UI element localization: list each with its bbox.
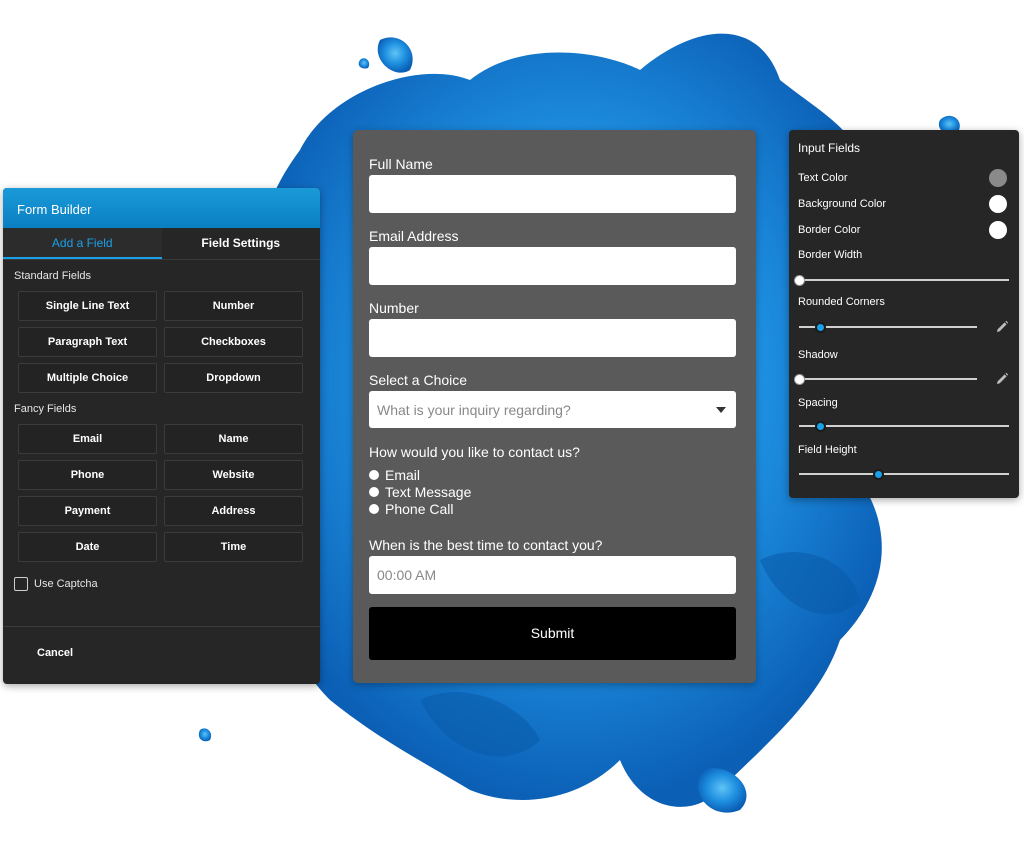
border-color-label: Border Color	[798, 224, 861, 236]
add-email-button[interactable]: Email	[18, 424, 157, 454]
slider-handle[interactable]	[814, 420, 826, 432]
add-dropdown-button[interactable]: Dropdown	[164, 363, 303, 393]
builder-header: Form Builder	[3, 188, 320, 228]
time-input[interactable]: 00:00 AM	[369, 556, 736, 594]
chevron-down-icon	[716, 406, 726, 413]
number-label: Number	[369, 300, 419, 316]
tab-field-settings[interactable]: Field Settings	[162, 228, 321, 259]
number-input[interactable]	[369, 319, 736, 357]
form-builder-panel: Form Builder Add a Field Field Settings …	[3, 188, 320, 684]
contact-method-label: How would you like to contact us?	[369, 444, 580, 460]
captcha-row: Use Captcha	[3, 562, 320, 596]
radio-option-label: Text Message	[385, 484, 472, 500]
add-single-line-text-button[interactable]: Single Line Text	[18, 291, 157, 321]
border-color-swatch[interactable]	[989, 221, 1007, 239]
add-time-button[interactable]: Time	[164, 532, 303, 562]
add-website-button[interactable]: Website	[164, 460, 303, 490]
radio-option-text-message[interactable]: Text Message	[369, 484, 471, 500]
background-color-label: Background Color	[798, 198, 887, 210]
spacing-label: Spacing	[798, 397, 838, 409]
add-payment-button[interactable]: Payment	[18, 496, 157, 526]
slider-track	[799, 425, 1009, 427]
builder-title: Form Builder	[17, 202, 92, 217]
text-color-label: Text Color	[798, 172, 848, 184]
builder-footer: Cancel	[3, 626, 320, 684]
add-date-button[interactable]: Date	[18, 532, 157, 562]
use-captcha-checkbox[interactable]	[14, 577, 28, 591]
email-address-label: Email Address	[369, 228, 459, 244]
select-choice-label: Select a Choice	[369, 372, 468, 388]
inquiry-select-placeholder: What is your inquiry regarding?	[377, 401, 571, 418]
add-paragraph-text-button[interactable]: Paragraph Text	[18, 327, 157, 357]
standard-fields-heading: Standard Fields	[14, 270, 92, 282]
submit-button[interactable]: Submit	[369, 607, 736, 660]
radio-option-phone-call[interactable]: Phone Call	[369, 501, 454, 517]
shadow-label: Shadow	[798, 349, 838, 361]
text-color-swatch[interactable]	[989, 169, 1007, 187]
radio-button[interactable]	[369, 504, 379, 514]
full-name-input[interactable]	[369, 175, 736, 213]
cancel-button[interactable]: Cancel	[37, 647, 73, 659]
pencil-icon[interactable]	[995, 372, 1009, 386]
use-captcha-label: Use Captcha	[34, 578, 98, 590]
radio-button[interactable]	[369, 470, 379, 480]
radio-option-email[interactable]: Email	[369, 467, 420, 483]
form-preview-panel: Full Name Email Address Number Select a …	[353, 130, 756, 683]
radio-option-label: Phone Call	[385, 501, 454, 517]
border-width-label: Border Width	[798, 249, 863, 261]
standard-fields-grid: Single Line Text Number Paragraph Text C…	[3, 287, 320, 393]
add-number-button[interactable]: Number	[164, 291, 303, 321]
fancy-fields-grid: Email Name Phone Website Payment Address…	[3, 420, 320, 562]
radio-option-label: Email	[385, 467, 421, 483]
add-checkboxes-button[interactable]: Checkboxes	[164, 327, 303, 357]
slider-track	[799, 279, 1009, 281]
best-time-label: When is the best time to contact you?	[369, 537, 603, 553]
slider-track	[799, 473, 1009, 475]
pencil-icon[interactable]	[995, 320, 1009, 334]
full-name-label: Full Name	[369, 156, 433, 172]
fancy-fields-heading: Fancy Fields	[14, 403, 77, 415]
slider-track	[799, 378, 977, 380]
add-multiple-choice-button[interactable]: Multiple Choice	[18, 363, 157, 393]
builder-tabs: Add a Field Field Settings	[3, 228, 320, 260]
add-address-button[interactable]: Address	[164, 496, 303, 526]
time-input-placeholder: 00:00 AM	[377, 567, 437, 583]
slider-handle[interactable]	[793, 274, 805, 286]
rounded-corners-label: Rounded Corners	[798, 296, 885, 308]
slider-handle[interactable]	[814, 321, 826, 333]
field-height-label: Field Height	[798, 444, 857, 456]
email-address-input[interactable]	[369, 247, 736, 285]
slider-handle[interactable]	[873, 468, 885, 480]
tab-add-a-field[interactable]: Add a Field	[3, 228, 162, 259]
add-phone-button[interactable]: Phone	[18, 460, 157, 490]
add-name-button[interactable]: Name	[164, 424, 303, 454]
style-panel-title: Input Fields	[798, 141, 861, 155]
background-color-swatch[interactable]	[989, 195, 1007, 213]
inquiry-select[interactable]: What is your inquiry regarding?	[369, 391, 736, 428]
input-fields-style-panel: Input Fields Text Color Background Color…	[789, 130, 1019, 498]
radio-button[interactable]	[369, 487, 379, 497]
slider-handle[interactable]	[793, 373, 805, 385]
